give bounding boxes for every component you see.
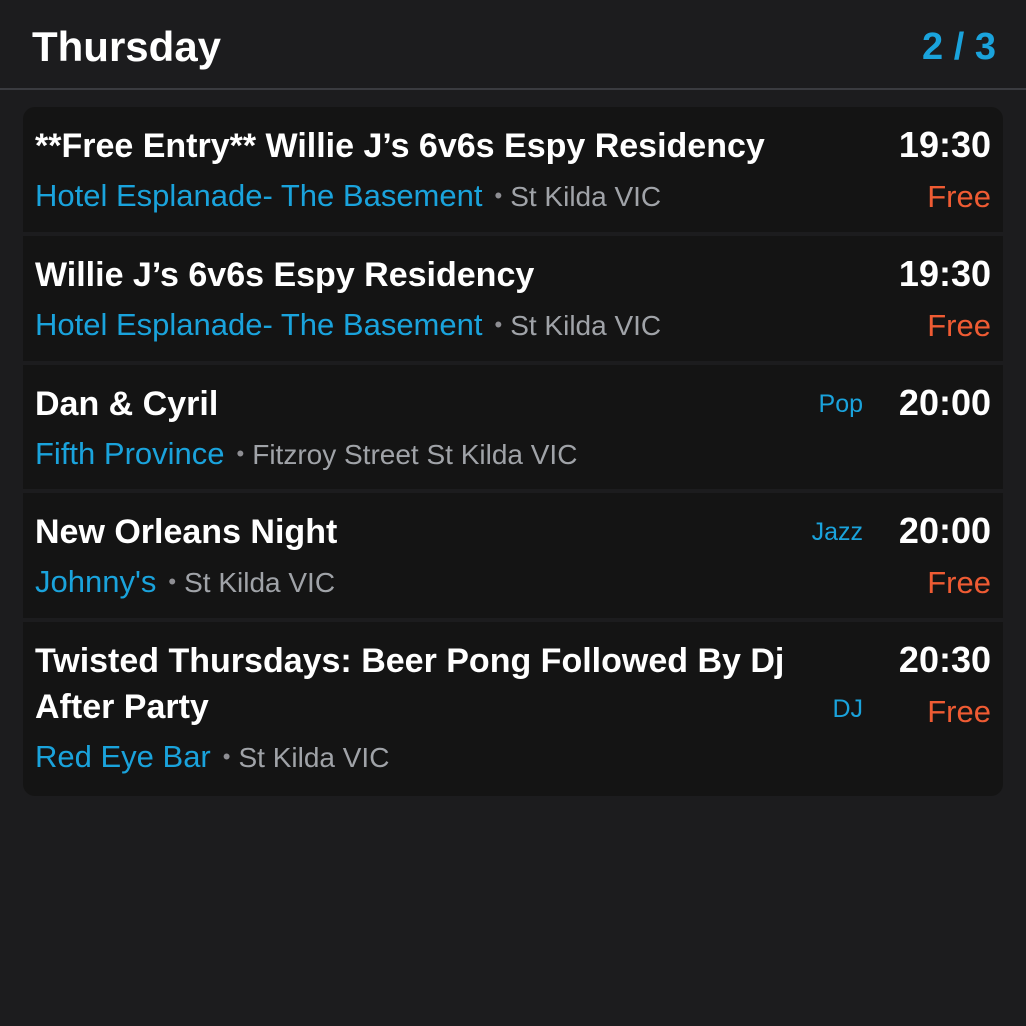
event-genre: DJ — [832, 695, 863, 723]
event-time: 19:30 — [898, 124, 991, 165]
separator-dot: • — [236, 441, 245, 466]
event-venue-line: Fifth Province • Fitzroy Street St Kilda V… — [35, 435, 577, 476]
venue-link[interactable]: Hotel Esplanade- The Basement — [35, 307, 482, 342]
event-name: **Free Entry** Willie J’s 6v6s Espy Resi… — [35, 127, 765, 165]
event-time: 20:00 — [898, 510, 991, 551]
event-time: 20:30 — [898, 639, 991, 680]
event-card[interactable]: Willie J’s 6v6s Espy Residency 19:30 Hot… — [23, 236, 1003, 365]
event-venue-line: Hotel Esplanade- The Basement • St Kilda V… — [35, 177, 661, 218]
event-location: Fitzroy Street St Kilda VIC — [252, 439, 578, 470]
event-location: St Kilda VIC — [238, 742, 390, 773]
event-venue-line: Hotel Esplanade- The Basement • St Kilda V… — [35, 306, 661, 347]
event-genre: Jazz — [811, 518, 863, 546]
separator-dot: • — [168, 569, 177, 594]
event-name: New Orleans Night — [35, 513, 338, 551]
event-price: Free — [927, 694, 991, 729]
separator-dot: • — [494, 183, 503, 208]
event-location: St Kilda VIC — [510, 310, 662, 341]
event-price: Free — [927, 308, 991, 343]
event-price: Free — [927, 565, 991, 600]
event-venue-line: Johnny's • St Kilda VIC — [35, 563, 335, 604]
event-name: Twisted Thursdays: Beer Pong Followed By… — [35, 642, 785, 726]
event-card[interactable]: Dan & Cyril 20:00 Pop Fifth Province • Fit… — [23, 365, 1003, 493]
venue-link[interactable]: Fifth Province — [35, 436, 225, 471]
separator-dot: • — [494, 312, 503, 337]
event-location: St Kilda VIC — [510, 181, 662, 212]
separator-dot: • — [222, 744, 231, 769]
event-venue-line: Red Eye Bar • St Kilda VIC — [35, 738, 389, 779]
event-card[interactable]: New Orleans Night 20:00 Jazz Johnny's • St… — [23, 493, 1003, 622]
venue-link[interactable]: Johnny's — [35, 564, 156, 599]
event-genre: Pop — [818, 390, 863, 418]
venue-link[interactable]: Red Eye Bar — [35, 739, 211, 774]
event-time: 20:00 — [898, 382, 991, 423]
venue-link[interactable]: Hotel Esplanade- The Basement — [35, 178, 482, 213]
event-card[interactable]: Twisted Thursdays: Beer Pong Followed By… — [23, 622, 1003, 796]
day-header: Thursday 2 / 3 — [0, 0, 1026, 90]
page-indicator: 2 / 3 — [922, 26, 996, 68]
event-list: **Free Entry** Willie J’s 6v6s Espy Resi… — [23, 107, 1003, 796]
event-name: Willie J’s 6v6s Espy Residency — [35, 256, 535, 294]
event-time: 19:30 — [898, 253, 991, 294]
event-name: Dan & Cyril — [35, 385, 219, 423]
event-price: Free — [927, 179, 991, 214]
event-card[interactable]: **Free Entry** Willie J’s 6v6s Espy Resi… — [23, 107, 1003, 236]
event-location: St Kilda VIC — [184, 567, 336, 598]
day-title: Thursday — [32, 23, 222, 70]
